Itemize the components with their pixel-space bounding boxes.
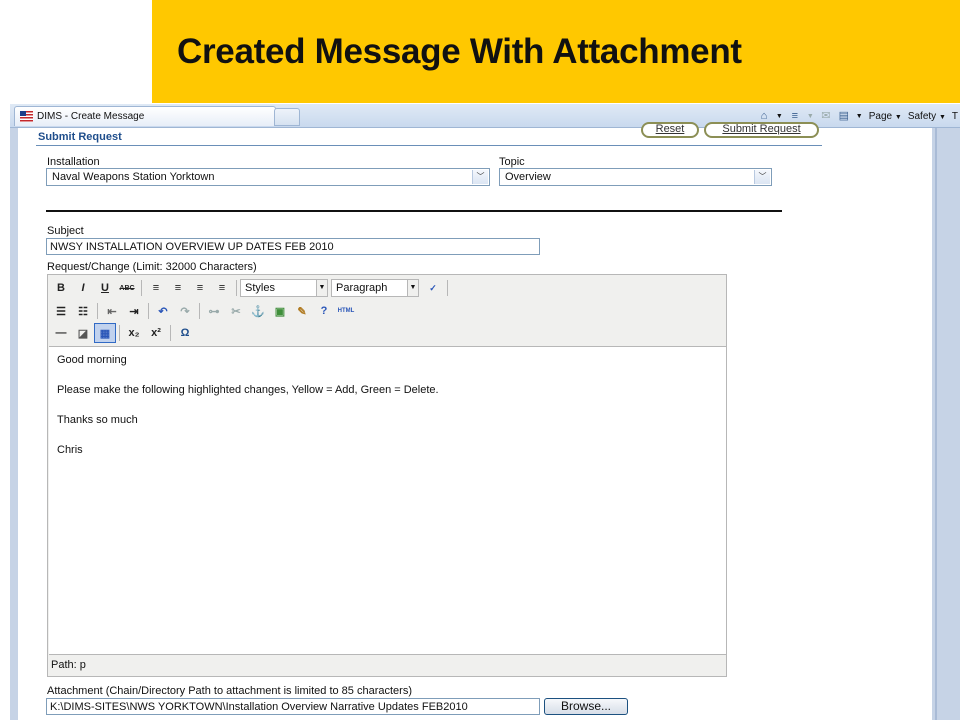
link-icon[interactable]: ⊶ <box>203 301 225 321</box>
image-icon[interactable]: ▣ <box>269 301 291 321</box>
redo-icon[interactable]: ↷ <box>174 301 196 321</box>
left-page-margin <box>10 128 18 720</box>
align-center-icon[interactable]: ≡ <box>167 278 189 298</box>
special-char-icon[interactable]: Ω <box>174 323 196 343</box>
slide-title: Created Message With Attachment <box>177 32 742 71</box>
request-label: Request/Change (Limit: 32000 Characters) <box>47 261 257 273</box>
bullet-list-icon[interactable]: ☰ <box>50 301 72 321</box>
editor-toolbar-row-2: ☰ ☷ ⇤ ⇥ ↶ ↷ ⊶ ✂ ⚓ ▣ ✎ ? HTML <box>50 300 357 322</box>
help-icon[interactable]: ? <box>313 301 335 321</box>
align-left-icon[interactable]: ≡ <box>145 278 167 298</box>
editor-toolbar-row-3: — ◪ ▦ x₂ x² Ω <box>50 322 196 344</box>
chevron-down-icon: ﹀ <box>754 170 770 184</box>
topic-label: Topic <box>499 156 525 168</box>
reset-button[interactable]: Reset <box>641 122 699 138</box>
vertical-scrollbar[interactable] <box>932 128 960 720</box>
attachment-input[interactable]: K:\DIMS-SITES\NWS YORKTOWN\Installation … <box>46 698 540 715</box>
tools-menu[interactable]: T <box>952 111 958 122</box>
chevron-down-icon: ﹀ <box>472 170 488 184</box>
spellcheck-icon[interactable]: ✓ <box>422 278 444 298</box>
align-right-icon[interactable]: ≡ <box>189 278 211 298</box>
editor-paragraph: Good morning <box>57 354 127 366</box>
new-tab-button[interactable] <box>274 108 300 126</box>
print-dropdown-icon[interactable]: ▼ <box>856 113 863 120</box>
eraser-icon[interactable]: ◪ <box>72 323 94 343</box>
subscript-icon[interactable]: x₂ <box>123 323 145 343</box>
section-title: Submit Request <box>38 131 122 143</box>
italic-button[interactable]: I <box>72 278 94 298</box>
format-dropdown[interactable]: Paragraph ▼ <box>331 279 419 297</box>
align-justify-icon[interactable]: ≡ <box>211 278 233 298</box>
home-icon[interactable]: ⌂ <box>758 110 770 122</box>
subject-input[interactable]: NWSY INSTALLATION OVERVIEW UP DATES FEB … <box>46 238 540 255</box>
home-dropdown-icon[interactable]: ▼ <box>776 113 783 120</box>
numbered-list-icon[interactable]: ☷ <box>72 301 94 321</box>
browser-tab[interactable]: DIMS - Create Message <box>14 106 276 126</box>
html-icon[interactable]: HTML <box>335 301 357 321</box>
strikethrough-button[interactable]: ABC <box>116 278 138 298</box>
underline-button[interactable]: U <box>94 278 116 298</box>
print-icon[interactable]: ▤ <box>838 110 850 122</box>
outdent-icon[interactable]: ⇤ <box>101 301 123 321</box>
editor-content-area[interactable]: Good morning Please make the following h… <box>49 346 726 655</box>
table-icon[interactable]: ▦ <box>94 323 116 343</box>
attachment-label: Attachment (Chain/Directory Path to atta… <box>47 685 412 697</box>
tab-title: DIMS - Create Message <box>37 111 145 122</box>
installation-label: Installation <box>47 156 100 168</box>
editor-path-bar: Path: p <box>51 659 86 671</box>
browse-button[interactable]: Browse... <box>544 698 628 715</box>
chevron-down-icon: ▼ <box>316 280 327 296</box>
submit-request-button[interactable]: Submit Request <box>704 122 819 138</box>
unlink-icon[interactable]: ✂ <box>225 301 247 321</box>
section-rule <box>36 145 822 146</box>
read-mail-icon[interactable]: ✉ <box>820 110 832 122</box>
browser-window: DIMS - Create Message ⌂ ▼ ≡ ▼ ✉ ▤ ▼ Page ▼ … <box>10 104 960 720</box>
undo-icon[interactable]: ↶ <box>152 301 174 321</box>
editor-toolbar-row-1: B I U ABC ≡ ≡ ≡ ≡ Styles ▼ Paragraph ▼ ✓ <box>50 277 451 299</box>
indent-icon[interactable]: ⇥ <box>123 301 145 321</box>
installation-select[interactable]: Naval Weapons Station Yorktown ﹀ <box>46 168 490 186</box>
superscript-icon[interactable]: x² <box>145 323 167 343</box>
editor-paragraph: Please make the following highlighted ch… <box>57 384 439 396</box>
page-content: Submit Request Reset Submit Request Inst… <box>18 122 932 720</box>
horizontal-rule-icon[interactable]: — <box>50 323 72 343</box>
flag-icon <box>20 111 33 122</box>
anchor-icon[interactable]: ⚓ <box>247 301 269 321</box>
topic-select[interactable]: Overview ﹀ <box>499 168 772 186</box>
styles-dropdown[interactable]: Styles ▼ <box>240 279 328 297</box>
bold-button[interactable]: B <box>50 278 72 298</box>
editor-paragraph: Chris <box>57 444 83 456</box>
feeds-icon[interactable]: ≡ <box>789 110 801 122</box>
editor-paragraph: Thanks so much <box>57 414 138 426</box>
page-menu[interactable]: Page ▼ <box>869 111 902 122</box>
rich-text-editor: B I U ABC ≡ ≡ ≡ ≡ Styles ▼ Paragraph ▼ ✓… <box>47 274 727 677</box>
cleanup-icon[interactable]: ✎ <box>291 301 313 321</box>
subject-label: Subject <box>47 225 84 237</box>
slide: Created Message With Attachment DIMS - C… <box>0 0 960 720</box>
feeds-dropdown-icon[interactable]: ▼ <box>807 113 814 120</box>
form-divider <box>46 210 782 212</box>
safety-menu[interactable]: Safety ▼ <box>908 111 946 122</box>
chevron-down-icon: ▼ <box>407 280 418 296</box>
